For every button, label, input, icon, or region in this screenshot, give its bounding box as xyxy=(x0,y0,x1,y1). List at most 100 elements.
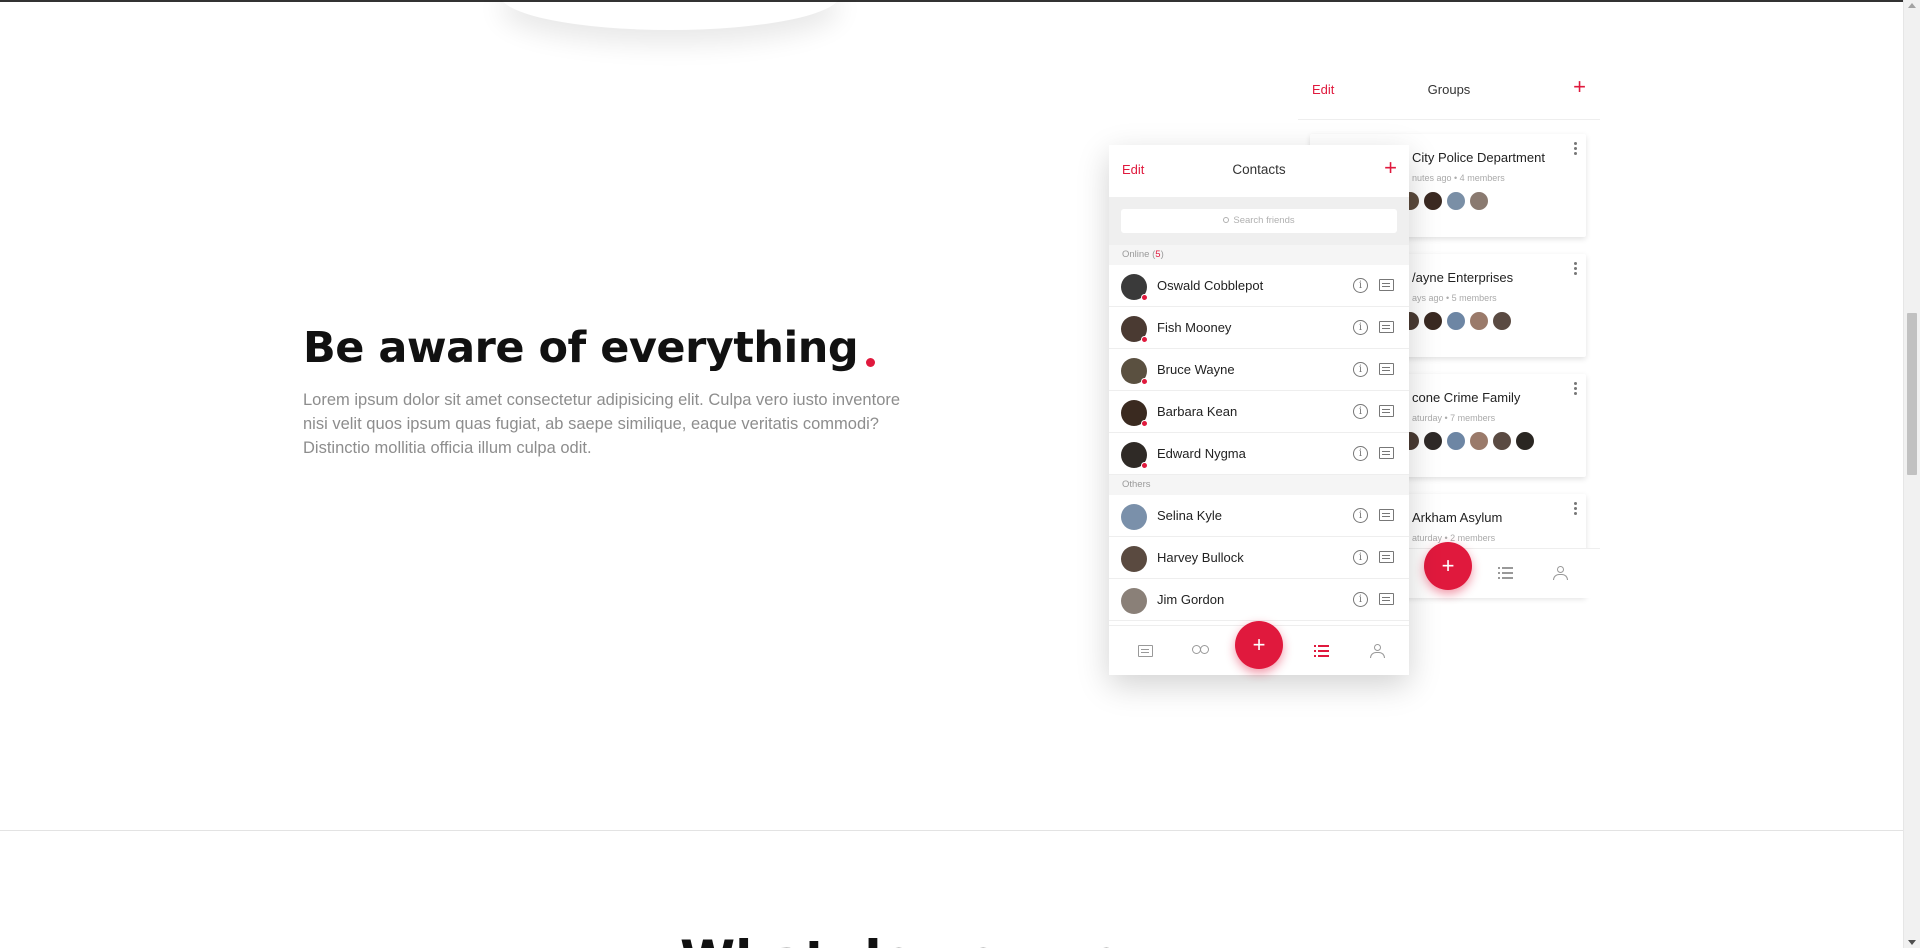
groups-header: Groups Edit + xyxy=(1298,70,1600,120)
groups-edit-button[interactable]: Edit xyxy=(1312,82,1334,97)
online-status-indicator xyxy=(1141,336,1148,343)
search-input[interactable]: Search friends xyxy=(1121,209,1397,233)
contact-name: Fish Mooney xyxy=(1157,320,1232,335)
online-status-indicator xyxy=(1141,420,1148,427)
next-section-title: What do you ge xyxy=(680,930,1123,948)
more-options-icon[interactable] xyxy=(1574,142,1578,157)
profile-icon[interactable] xyxy=(1553,566,1568,580)
group-meta: aturday • 7 members xyxy=(1412,413,1496,423)
group-meta: nutes ago • 4 members xyxy=(1412,173,1505,183)
message-icon[interactable] xyxy=(1379,321,1394,333)
group-meta: aturday • 2 members xyxy=(1412,533,1496,543)
contact-row[interactable]: Selina Kyle i xyxy=(1109,495,1409,537)
online-status-indicator xyxy=(1141,462,1148,469)
contact-row[interactable]: Jim Gordon i xyxy=(1109,579,1409,621)
online-label-close: ) xyxy=(1160,249,1164,260)
section-divider xyxy=(0,830,1903,831)
list-icon[interactable] xyxy=(1498,567,1513,579)
contact-name: Oswald Cobblepot xyxy=(1157,278,1264,293)
member-avatars xyxy=(1400,431,1535,451)
hero-accent-dot xyxy=(866,358,875,367)
online-label: Online ( xyxy=(1122,249,1156,260)
info-icon[interactable]: i xyxy=(1353,508,1368,523)
scroll-thumb[interactable] xyxy=(1907,313,1917,475)
contacts-header: Contacts Edit + xyxy=(1109,145,1409,197)
avatar xyxy=(1492,311,1512,331)
contacts-list-icon[interactable] xyxy=(1314,645,1329,657)
avatar xyxy=(1423,311,1443,331)
contact-row[interactable]: Barbara Kean i xyxy=(1109,391,1409,433)
message-icon[interactable] xyxy=(1379,363,1394,375)
groups-title: Groups xyxy=(1427,82,1471,97)
groups-fab-add[interactable]: + xyxy=(1424,542,1472,590)
avatar xyxy=(1121,504,1147,530)
hero-title: Be aware of everything xyxy=(303,323,859,373)
profile-icon[interactable] xyxy=(1370,644,1385,658)
page-scrollbar[interactable] xyxy=(1903,0,1920,948)
avatar xyxy=(1492,431,1512,451)
contacts-edit-button[interactable]: Edit xyxy=(1122,162,1144,177)
message-icon[interactable] xyxy=(1379,447,1394,459)
member-avatars xyxy=(1400,191,1489,211)
hero-body: Lorem ipsum dolor sit amet consectetur a… xyxy=(303,391,901,457)
group-meta: ays ago • 5 members xyxy=(1412,293,1497,303)
message-icon[interactable] xyxy=(1379,593,1394,605)
avatar xyxy=(1446,311,1466,331)
info-icon[interactable]: i xyxy=(1353,404,1368,419)
contact-row[interactable]: Edward Nygma i xyxy=(1109,433,1409,475)
message-icon[interactable] xyxy=(1379,509,1394,521)
avatar xyxy=(1469,191,1489,211)
info-icon[interactable]: i xyxy=(1353,592,1368,607)
chat-icon[interactable] xyxy=(1138,645,1153,657)
message-icon[interactable] xyxy=(1379,279,1394,291)
contact-row[interactable]: Bruce Wayne i xyxy=(1109,349,1409,391)
contact-name: Edward Nygma xyxy=(1157,446,1246,461)
info-icon[interactable]: i xyxy=(1353,446,1368,461)
info-icon[interactable]: i xyxy=(1353,320,1368,335)
contact-name: Harvey Bullock xyxy=(1157,550,1244,565)
group-name: City Police Department xyxy=(1412,150,1545,165)
group-name: Arkham Asylum xyxy=(1412,510,1503,525)
scroll-down-arrow-icon[interactable] xyxy=(1908,940,1916,945)
info-icon[interactable]: i xyxy=(1353,278,1368,293)
contact-name: Jim Gordon xyxy=(1157,592,1225,607)
more-options-icon[interactable] xyxy=(1574,382,1578,397)
contact-row[interactable]: Oswald Cobblepot i xyxy=(1109,265,1409,307)
device-shadow xyxy=(500,0,840,30)
contact-name: Selina Kyle xyxy=(1157,508,1223,523)
contact-row[interactable]: Harvey Bullock i xyxy=(1109,537,1409,579)
avatar xyxy=(1469,311,1489,331)
contacts-screen: Contacts Edit + Search friends Online (5… xyxy=(1109,145,1409,675)
groups-icon[interactable] xyxy=(1191,645,1209,657)
search-placeholder: Search friends xyxy=(1233,215,1295,226)
group-name: /ayne Enterprises xyxy=(1412,270,1514,285)
member-avatars xyxy=(1400,311,1512,331)
contacts-add-button[interactable]: + xyxy=(1384,157,1397,179)
contacts-fab-add[interactable]: + xyxy=(1235,621,1283,669)
search-bar: Search friends xyxy=(1109,197,1409,245)
group-name: cone Crime Family xyxy=(1412,390,1521,405)
message-icon[interactable] xyxy=(1379,551,1394,563)
contact-row[interactable]: Fish Mooney i xyxy=(1109,307,1409,349)
avatar xyxy=(1446,191,1466,211)
info-icon[interactable]: i xyxy=(1353,362,1368,377)
more-options-icon[interactable] xyxy=(1574,262,1578,277)
more-options-icon[interactable] xyxy=(1574,502,1578,517)
contacts-title: Contacts xyxy=(1232,162,1286,177)
top-border xyxy=(0,0,1920,2)
avatar xyxy=(1469,431,1489,451)
message-icon[interactable] xyxy=(1379,405,1394,417)
avatar xyxy=(1423,431,1443,451)
groups-add-button[interactable]: + xyxy=(1573,76,1586,98)
contact-name: Barbara Kean xyxy=(1157,404,1238,419)
online-status-indicator xyxy=(1141,294,1148,301)
avatar xyxy=(1423,191,1443,211)
avatar xyxy=(1515,431,1535,451)
avatar xyxy=(1121,546,1147,572)
others-section-header: Others xyxy=(1109,475,1409,495)
online-status-indicator xyxy=(1141,378,1148,385)
scroll-up-arrow-icon[interactable] xyxy=(1908,3,1916,8)
search-icon xyxy=(1223,217,1230,223)
info-icon[interactable]: i xyxy=(1353,550,1368,565)
online-section-header: Online (5) xyxy=(1109,245,1409,265)
